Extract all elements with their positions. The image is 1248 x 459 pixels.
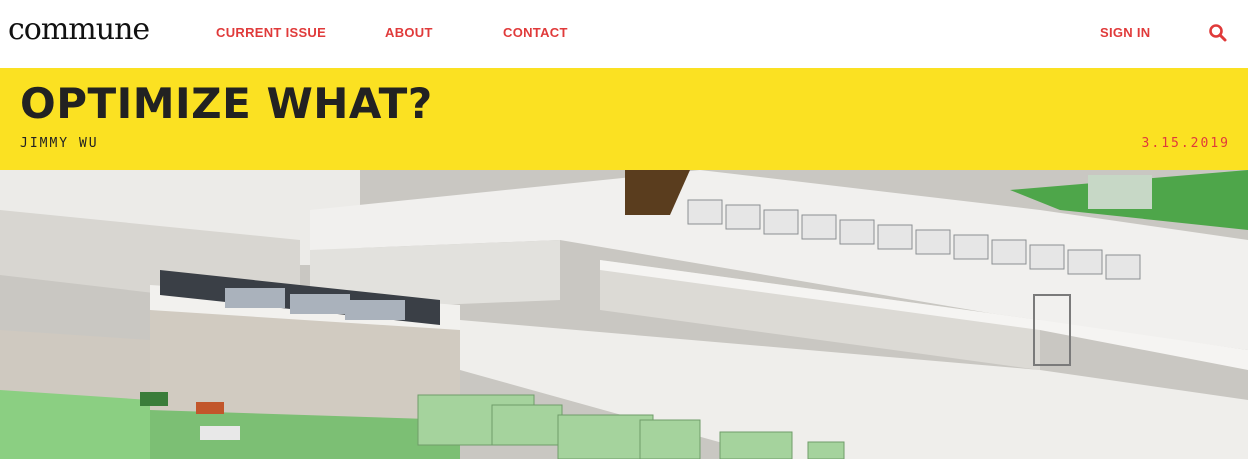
sign-in-link[interactable]: SIGN IN — [1100, 25, 1151, 41]
nav-contact[interactable]: CONTACT — [503, 25, 568, 41]
site-logo[interactable]: commune — [8, 12, 150, 48]
search-icon[interactable] — [1208, 23, 1228, 43]
nav-about[interactable]: ABOUT — [385, 25, 433, 41]
hero-image — [0, 170, 1248, 459]
nav-current-issue[interactable]: CURRENT ISSUE — [216, 25, 326, 41]
article-date: 3.15.2019 — [1141, 136, 1230, 151]
article-title: OPTIMIZE WHAT? — [20, 79, 433, 128]
article-header: OPTIMIZE WHAT? JIMMY WU 3.15.2019 — [0, 68, 1248, 170]
article-author[interactable]: JIMMY WU — [20, 136, 99, 151]
site-header: commune CURRENT ISSUE ABOUT CONTACT SIGN… — [0, 0, 1248, 68]
